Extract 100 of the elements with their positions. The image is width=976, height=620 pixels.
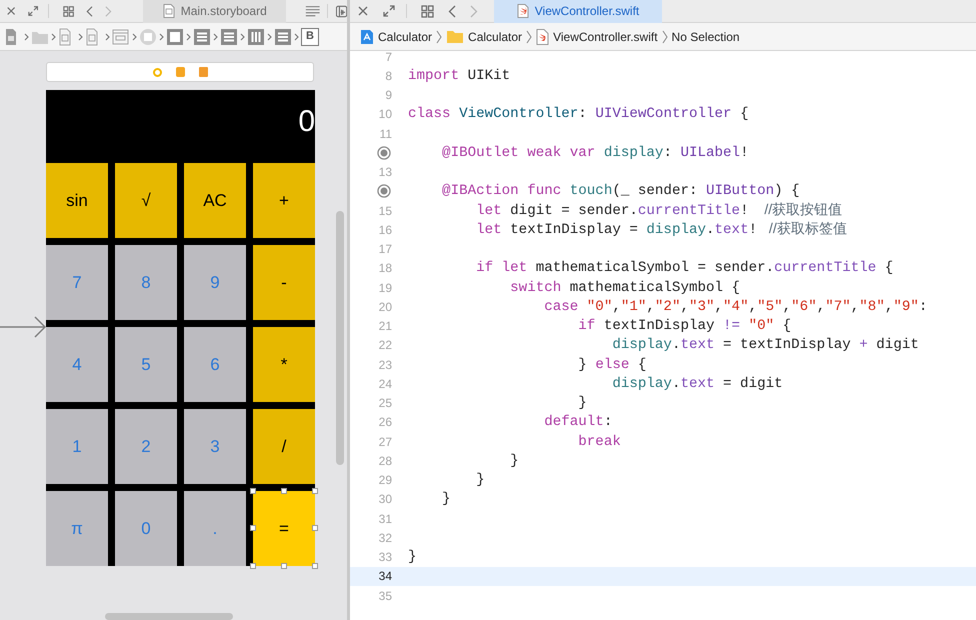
code-line: }: [509, 454, 519, 468]
project-icon: [360, 28, 374, 44]
calculator-key[interactable]: 2: [115, 409, 177, 484]
line-number: 22: [378, 337, 392, 354]
scene-icon[interactable]: [112, 28, 130, 46]
chevron-icon: [294, 32, 299, 40]
back-icon[interactable]: [448, 4, 456, 18]
code-line: display.text = digit: [611, 376, 783, 391]
line-number: 28: [378, 452, 392, 470]
line-number: 34: [378, 568, 392, 586]
code-line: } else {: [577, 358, 646, 372]
code-line: let textInDisplay = display.text! //获取标签值: [475, 222, 847, 238]
add-editor-icon[interactable]: [336, 4, 348, 18]
breadcrumb-item[interactable]: ViewController.swift: [553, 28, 658, 46]
code-line: let digit = sender.currentTitle! //获取按钮值: [475, 203, 842, 218]
code-line: case "0","1","2","3","4","5","6","7","8","9":: [543, 300, 928, 314]
vertical-stack-icon[interactable]: [220, 28, 238, 46]
vertical-scrollbar[interactable]: [336, 211, 344, 465]
calculator-key[interactable]: 6: [184, 327, 246, 402]
grid-icon[interactable]: [63, 4, 74, 18]
line-number: 35: [378, 588, 392, 605]
connection-dot-icon[interactable]: [377, 146, 391, 160]
line-number: 24: [378, 376, 392, 393]
calculator-key[interactable]: 9: [184, 245, 246, 320]
line-number: 19: [378, 280, 392, 297]
close-icon[interactable]: [357, 5, 369, 17]
calculator-key[interactable]: 1: [46, 409, 108, 484]
code-line: if let mathematicalSymbol = sender.currentTitle {: [475, 261, 894, 276]
line-number: 10: [378, 106, 392, 124]
line-number: 23: [378, 356, 392, 374]
horizontal-scrollbar[interactable]: [105, 613, 233, 620]
calculator-key[interactable]: 4: [46, 327, 108, 402]
expand-icon[interactable]: [383, 5, 395, 17]
button-element-crumb[interactable]: B: [301, 28, 319, 46]
line-number: 21: [378, 318, 392, 336]
chevron-icon: [240, 32, 245, 40]
line-number: 25: [378, 395, 392, 412]
chevron-icon: [526, 30, 532, 44]
chevron-icon: [436, 30, 442, 44]
line-number: 31: [378, 510, 392, 528]
line-number: 7: [385, 51, 392, 66]
swift-file-icon: [516, 4, 529, 18]
calculator-key[interactable]: /: [253, 409, 315, 484]
code-line: }: [577, 396, 587, 410]
close-icon[interactable]: [6, 5, 16, 17]
expand-icon[interactable]: [28, 5, 39, 17]
calculator-key[interactable]: √: [115, 163, 177, 238]
code-line: @IBOutlet weak var display: UILabel!: [441, 146, 749, 160]
entry-arrow: [0, 316, 46, 338]
line-number: 32: [378, 530, 392, 547]
line-number: 17: [378, 241, 392, 258]
breadcrumb-item[interactable]: Calculator: [378, 28, 432, 46]
calculator-key[interactable]: *: [253, 327, 315, 402]
calculator-key[interactable]: AC: [184, 163, 246, 238]
lines-icon[interactable]: [305, 5, 321, 17]
chevron-icon: [267, 32, 272, 40]
display-label: 0: [298, 107, 315, 140]
line-number: 13: [378, 164, 392, 182]
calculator-key[interactable]: .: [184, 491, 246, 566]
square-icon[interactable]: [166, 28, 184, 46]
chevron-icon: [132, 32, 137, 40]
line-number: 18: [378, 260, 392, 278]
line-number: 29: [378, 472, 392, 490]
editor-tab[interactable]: ViewController.swift: [494, 0, 662, 22]
chevron-icon: [186, 32, 191, 40]
chevron-icon: [24, 32, 29, 40]
calculator-key[interactable]: -: [253, 245, 315, 320]
chevron-icon: [51, 32, 56, 40]
code-line: import UIKit: [407, 68, 510, 83]
code-line: break: [577, 434, 621, 449]
grid-icon[interactable]: [421, 4, 434, 18]
code-line: class ViewController: UIViewController {: [407, 107, 749, 122]
breadcrumb-item[interactable]: Calculator: [468, 28, 522, 46]
line-number: 33: [378, 549, 392, 566]
line-number: 9: [385, 87, 392, 104]
vertical-stack-icon[interactable]: [193, 28, 211, 46]
calculator-key[interactable]: sin: [46, 163, 108, 238]
storyboard-file-icon: [162, 4, 175, 18]
calculator-key[interactable]: 3: [184, 409, 246, 484]
line-number: 27: [378, 434, 392, 451]
connection-dot-icon[interactable]: [377, 184, 391, 198]
vertical-stack-icon[interactable]: [274, 28, 292, 46]
calculator-key[interactable]: π: [46, 491, 108, 566]
chevron-icon: [78, 32, 83, 40]
code-line: }: [475, 473, 485, 488]
calculator-key[interactable]: +: [253, 163, 315, 238]
back-icon[interactable]: [86, 4, 94, 18]
horizontal-stack-icon[interactable]: [247, 28, 265, 46]
calculator-key[interactable]: 7: [46, 245, 108, 320]
breadcrumb-item[interactable]: No Selection: [672, 28, 740, 46]
calculator-key[interactable]: 5: [115, 327, 177, 402]
folder-icon: [446, 29, 464, 44]
line-number: 20: [378, 298, 392, 316]
line-number: 30: [378, 491, 392, 508]
calculator-key[interactable]: =: [253, 491, 315, 566]
line-number: 11: [380, 126, 392, 143]
code-line: switch mathematicalSymbol {: [509, 280, 740, 295]
calculator-key[interactable]: 0: [115, 491, 177, 566]
editor-tab[interactable]: Main.storyboard: [143, 0, 286, 22]
calculator-key[interactable]: 8: [115, 245, 177, 320]
